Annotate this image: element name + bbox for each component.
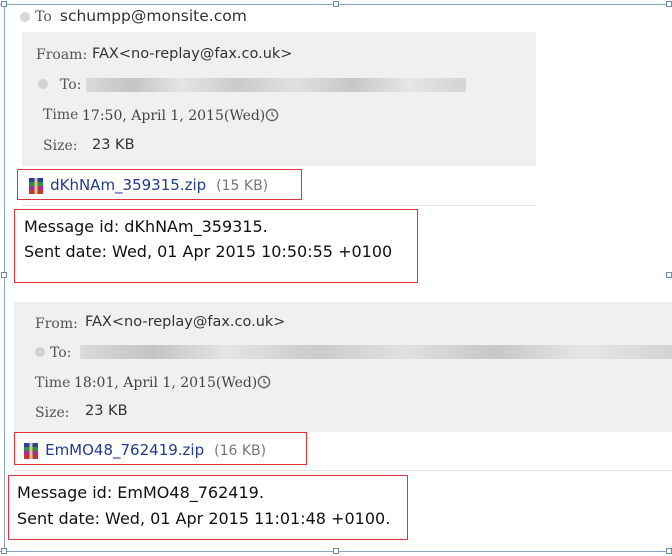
email-1-time-label: Time <box>43 107 79 123</box>
email-2-message-box: Message id: EmMO48_762419. Sent date: We… <box>8 475 408 540</box>
resize-handle-top-middle[interactable] <box>333 1 339 7</box>
email-1-size-value: 23 KB <box>92 137 135 153</box>
email-1-time-value: 17:50, April 1, 2015(Wed) <box>82 108 279 124</box>
resize-handle-top-left[interactable] <box>1 1 7 7</box>
email-1-message-id: Message id: dKhNAm_359315. <box>24 217 268 236</box>
email-1-sent-date: Sent date: Wed, 01 Apr 2015 10:50:55 +01… <box>24 242 393 261</box>
frame-left <box>4 4 5 552</box>
resize-handle-middle-left[interactable] <box>1 272 7 278</box>
top-to-value: schumpp@monsite.com <box>59 7 247 25</box>
email-2-divider <box>14 470 672 471</box>
email-2-sent-date: Sent date: Wed, 01 Apr 2015 11:01:48 +01… <box>17 509 391 528</box>
email-1-message-box: Message id: dKhNAm_359315. Sent date: We… <box>14 209 418 283</box>
resize-handle-bottom-right[interactable] <box>666 548 672 554</box>
email-2-time-text: 18:01, April 1, 2015(Wed) <box>74 375 258 391</box>
email-2-attachment-name[interactable]: EmMO48_762419.zip <box>45 441 204 459</box>
clock-icon <box>265 108 279 122</box>
email-2-attachment-size: (16 KB) <box>214 443 267 459</box>
email-1-redacted-recipients <box>86 78 466 92</box>
email-1-attachment-name[interactable]: dKhNAm_359315.zip <box>50 176 206 194</box>
email-1-time-text: 17:50, April 1, 2015(Wed) <box>82 108 266 124</box>
recipient-icon <box>38 79 48 89</box>
top-to-label: To <box>35 9 52 25</box>
resize-handle-middle-right[interactable] <box>666 272 672 278</box>
email-1-attachment-content: dKhNAm_359315.zip (15 KB) <box>27 175 268 195</box>
email-1-size-label: Size: <box>43 138 78 154</box>
email-2-message-id: Message id: EmMO48_762419. <box>17 483 264 502</box>
email-2-from-value: FAX<no-replay@fax.co.uk> <box>85 314 286 330</box>
email-2-to-label: To: <box>50 345 72 361</box>
email-2-time-label: Time <box>35 375 71 391</box>
email-2-attachment-content: EmMO48_762419.zip (16 KB) <box>22 440 266 460</box>
resize-handle-bottom-middle[interactable] <box>333 548 339 554</box>
zip-archive-icon <box>29 177 43 194</box>
email-2-size-value: 23 KB <box>85 403 128 419</box>
email-1-divider <box>22 205 536 206</box>
email-1-from-label: Froam: <box>36 47 88 63</box>
recipient-icon <box>20 11 30 22</box>
resize-handle-top-right[interactable] <box>666 1 672 7</box>
email-2-redacted-recipients <box>80 345 672 359</box>
email-1-from-value: FAX<no-replay@fax.co.uk> <box>92 46 293 62</box>
email-1-attachment-size: (15 KB) <box>216 178 269 194</box>
email-2-size-label: Size: <box>35 405 70 421</box>
email-1-to-label: To: <box>60 77 82 93</box>
email-2-attachment[interactable]: EmMO48_762419.zip (16 KB) <box>14 432 307 465</box>
clock-icon <box>257 375 271 389</box>
email-2-time-value: 18:01, April 1, 2015(Wed) <box>74 375 271 391</box>
recipient-icon <box>35 347 45 357</box>
email-2-from-label: From: <box>35 316 78 332</box>
email-1-attachment[interactable]: dKhNAm_359315.zip (15 KB) <box>17 169 302 200</box>
top-recipient-row: To schumpp@monsite.com <box>20 6 247 26</box>
zip-archive-icon <box>24 442 38 459</box>
resize-handle-bottom-left[interactable] <box>1 548 7 554</box>
